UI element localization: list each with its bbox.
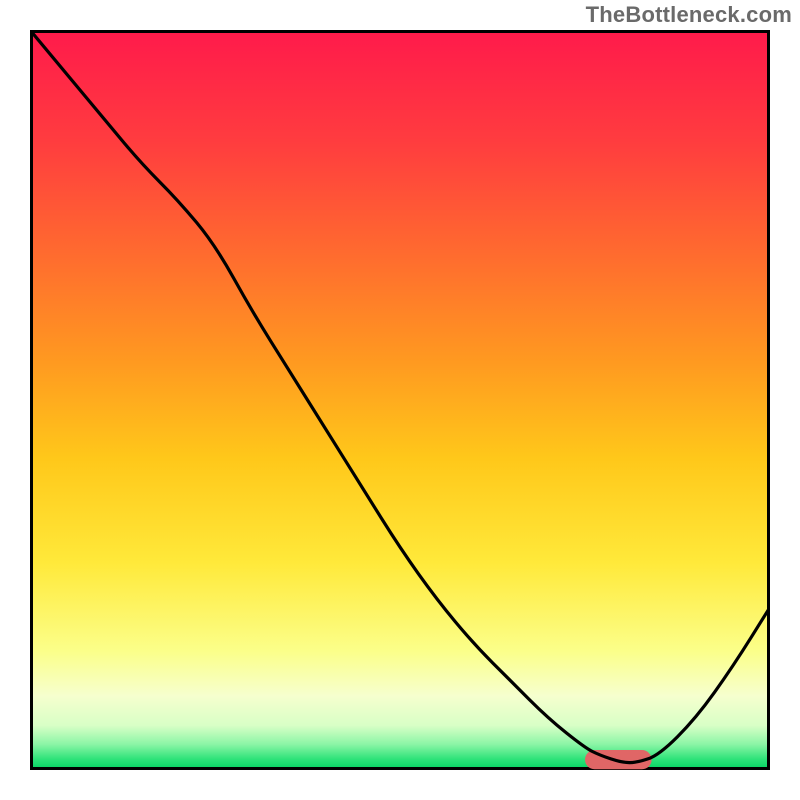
chart-frame: TheBottleneck.com — [0, 0, 800, 800]
gradient-background — [30, 30, 770, 770]
chart-svg — [30, 30, 770, 770]
watermark-label: TheBottleneck.com — [586, 2, 792, 28]
plot-area — [30, 30, 770, 770]
